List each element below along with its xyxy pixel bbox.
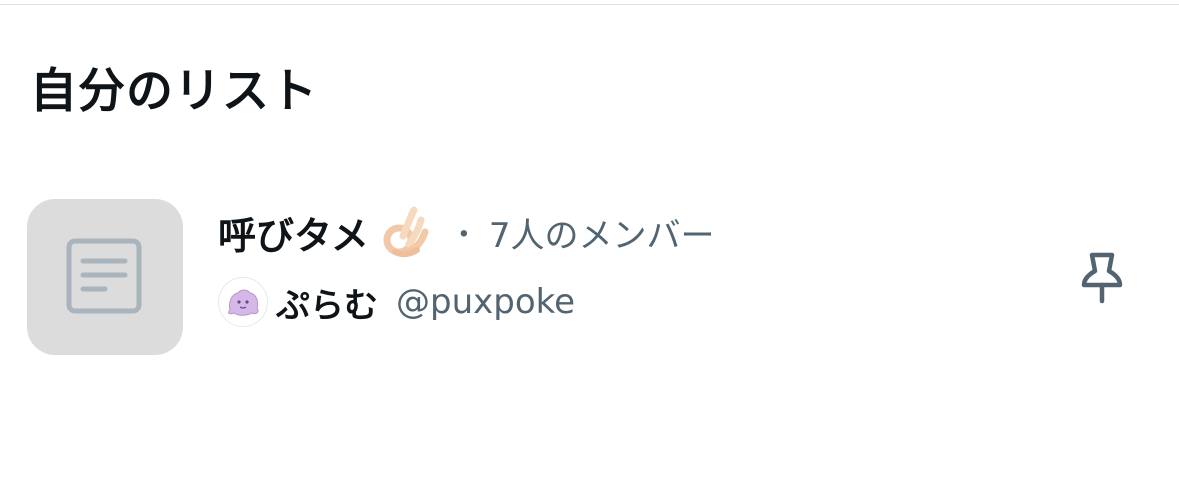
list-name: 呼びタメ — [218, 213, 369, 258]
list-document-icon — [66, 238, 142, 314]
page-title: 自分のリスト — [30, 64, 318, 119]
avatar[interactable] — [218, 277, 268, 327]
list-item[interactable]: 呼びタメ ・ 7人のメンバー ぷらむ @puxpoke — [0, 178, 1179, 378]
pin-icon — [1081, 252, 1123, 304]
owner-display-name: ぷらむ — [276, 285, 378, 326]
top-divider — [0, 4, 1179, 5]
meta-separator: ・ — [448, 218, 479, 253]
ok-hand-emoji-icon — [383, 206, 429, 258]
pin-button[interactable] — [1074, 244, 1130, 310]
list-thumbnail — [27, 199, 183, 355]
list-title-line: 呼びタメ ・ 7人のメンバー — [218, 202, 715, 262]
list-owner[interactable]: ぷらむ @puxpoke — [218, 274, 575, 330]
owner-handle: @puxpoke — [396, 282, 576, 322]
member-count: 7人のメンバー — [488, 215, 715, 256]
purple-blob-avatar-icon — [228, 289, 259, 316]
